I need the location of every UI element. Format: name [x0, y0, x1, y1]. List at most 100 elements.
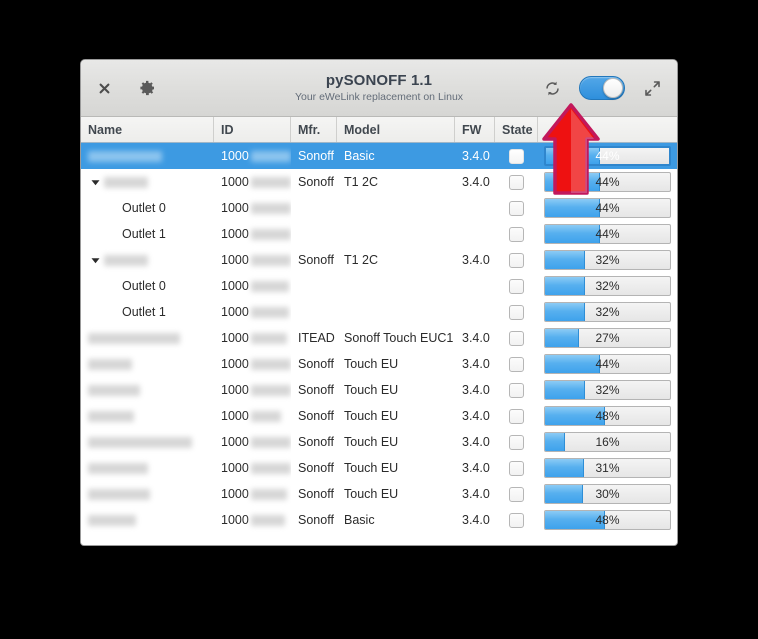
cell-name [81, 481, 214, 507]
signal-progress-bar[interactable]: 44% [544, 146, 671, 166]
close-icon[interactable] [91, 75, 117, 101]
cell-state [495, 195, 538, 221]
state-checkbox[interactable] [509, 174, 524, 190]
table-row[interactable]: 1000 Sonoff T1 2C 3.4.0 32% [81, 247, 677, 273]
signal-progress-bar[interactable]: 31% [544, 458, 671, 478]
state-checkbox[interactable] [509, 148, 524, 164]
redacted-text [250, 202, 291, 214]
cell-signal: 44% [538, 143, 677, 169]
device-id: 1000 [221, 331, 249, 345]
table-row[interactable]: 1000 Sonoff Touch EU 3.4.0 16% [81, 429, 677, 455]
column-header-model[interactable]: Model [337, 117, 455, 142]
cell-model: T1 2C [344, 253, 379, 267]
titlebar-left-controls [81, 75, 159, 101]
cell-state [495, 299, 538, 325]
cell-firmware: 3.4.0 [462, 383, 490, 397]
signal-progress-bar[interactable]: 27% [544, 328, 671, 348]
table-row[interactable]: 1000 Sonoff Touch EU 3.4.0 48% [81, 403, 677, 429]
gear-icon[interactable] [133, 75, 159, 101]
chevron-down-icon[interactable] [88, 175, 102, 189]
cell-signal: 48% [538, 403, 677, 429]
device-name: Outlet 1 [122, 305, 166, 319]
table-row[interactable]: Outlet 1 1000 32% [81, 299, 677, 325]
column-header-state[interactable]: State [495, 117, 538, 142]
cell-firmware: 3.4.0 [462, 409, 490, 423]
state-checkbox[interactable] [509, 200, 524, 216]
state-checkbox[interactable] [509, 304, 524, 320]
redacted-text [88, 410, 134, 422]
redacted-text [250, 436, 291, 448]
cell-manufacturer [291, 299, 337, 325]
cell-name: Outlet 1 [81, 299, 214, 325]
table-row[interactable]: Outlet 0 1000 32% [81, 273, 677, 299]
cell-model [337, 273, 455, 299]
signal-progress-bar[interactable]: 30% [544, 484, 671, 504]
fullscreen-icon[interactable] [639, 75, 665, 101]
signal-progress-bar[interactable]: 16% [544, 432, 671, 452]
device-table: Name ID Mfr. Model FW State 1000 Sonoff Basic 3.… [81, 117, 677, 545]
state-checkbox[interactable] [509, 512, 524, 528]
signal-progress-bar[interactable]: 32% [544, 276, 671, 296]
cell-firmware: 3.4.0 [462, 253, 490, 267]
redacted-text [88, 436, 192, 448]
column-header-rssi[interactable] [538, 117, 677, 142]
signal-progress-bar[interactable]: 32% [544, 380, 671, 400]
progress-label: 32% [595, 305, 620, 319]
table-row[interactable]: 1000 Sonoff T1 2C 3.4.0 44% [81, 169, 677, 195]
state-checkbox[interactable] [509, 434, 524, 450]
signal-progress-bar[interactable]: 44% [544, 224, 671, 244]
screen: pySONOFF 1.1 Your eWeLink replacement on… [0, 0, 758, 639]
state-checkbox[interactable] [509, 330, 524, 346]
column-header-fw[interactable]: FW [455, 117, 495, 142]
table-row[interactable]: 1000 Sonoff Touch EU 3.4.0 30% [81, 481, 677, 507]
cell-signal: 44% [538, 195, 677, 221]
device-id: 1000 [221, 513, 249, 527]
column-header-mfr[interactable]: Mfr. [291, 117, 337, 142]
state-checkbox[interactable] [509, 226, 524, 242]
cell-signal: 32% [538, 299, 677, 325]
state-checkbox[interactable] [509, 252, 524, 268]
table-row[interactable]: 1000 Sonoff Basic 3.4.0 44% [81, 143, 677, 169]
column-header-name[interactable]: Name [81, 117, 214, 142]
cell-model: Touch EU [344, 409, 399, 423]
signal-progress-bar[interactable]: 48% [544, 510, 671, 530]
table-row[interactable]: 1000 Sonoff Basic 3.4.0 48% [81, 507, 677, 533]
signal-progress-bar[interactable]: 48% [544, 406, 671, 426]
cell-name: Outlet 1 [81, 221, 214, 247]
cell-manufacturer [291, 221, 337, 247]
state-checkbox[interactable] [509, 486, 524, 502]
state-checkbox[interactable] [509, 460, 524, 476]
cell-id: 1000 [214, 429, 291, 455]
table-row[interactable]: 1000 ITEAD Sonoff Touch EUC1 3.4.0 27% [81, 325, 677, 351]
power-toggle[interactable] [579, 76, 625, 100]
signal-progress-bar[interactable]: 44% [544, 354, 671, 374]
signal-progress-bar[interactable]: 32% [544, 302, 671, 322]
column-header-id[interactable]: ID [214, 117, 291, 142]
chevron-down-icon[interactable] [88, 253, 102, 267]
cell-manufacturer: Sonoff [298, 409, 334, 423]
device-name: Outlet 1 [122, 227, 166, 241]
state-checkbox[interactable] [509, 278, 524, 294]
signal-progress-bar[interactable]: 32% [544, 250, 671, 270]
table-row[interactable]: Outlet 1 1000 44% [81, 221, 677, 247]
signal-progress-bar[interactable]: 44% [544, 198, 671, 218]
progress-label: 44% [595, 175, 620, 189]
table-row[interactable]: 1000 Sonoff Touch EU 3.4.0 32% [81, 377, 677, 403]
redacted-text [250, 462, 291, 474]
signal-progress-bar[interactable]: 44% [544, 172, 671, 192]
table-row[interactable]: 1000 Sonoff Touch EU 3.4.0 44% [81, 351, 677, 377]
table-body: 1000 Sonoff Basic 3.4.0 44% 1000 Sonoff T1 2C 3.… [81, 143, 677, 533]
state-checkbox[interactable] [509, 356, 524, 372]
table-row[interactable]: 1000 Sonoff Touch EU 3.4.0 31% [81, 455, 677, 481]
refresh-icon[interactable] [539, 75, 565, 101]
cell-manufacturer: Sonoff [298, 175, 334, 189]
cell-model: Touch EU [344, 357, 399, 371]
cell-manufacturer: Sonoff [298, 461, 334, 475]
cell-manufacturer: Sonoff [298, 357, 334, 371]
state-checkbox[interactable] [509, 408, 524, 424]
progress-label: 48% [595, 409, 620, 423]
table-row[interactable]: Outlet 0 1000 44% [81, 195, 677, 221]
state-checkbox[interactable] [509, 382, 524, 398]
cell-id: 1000 [214, 299, 291, 325]
cell-firmware [455, 299, 495, 325]
